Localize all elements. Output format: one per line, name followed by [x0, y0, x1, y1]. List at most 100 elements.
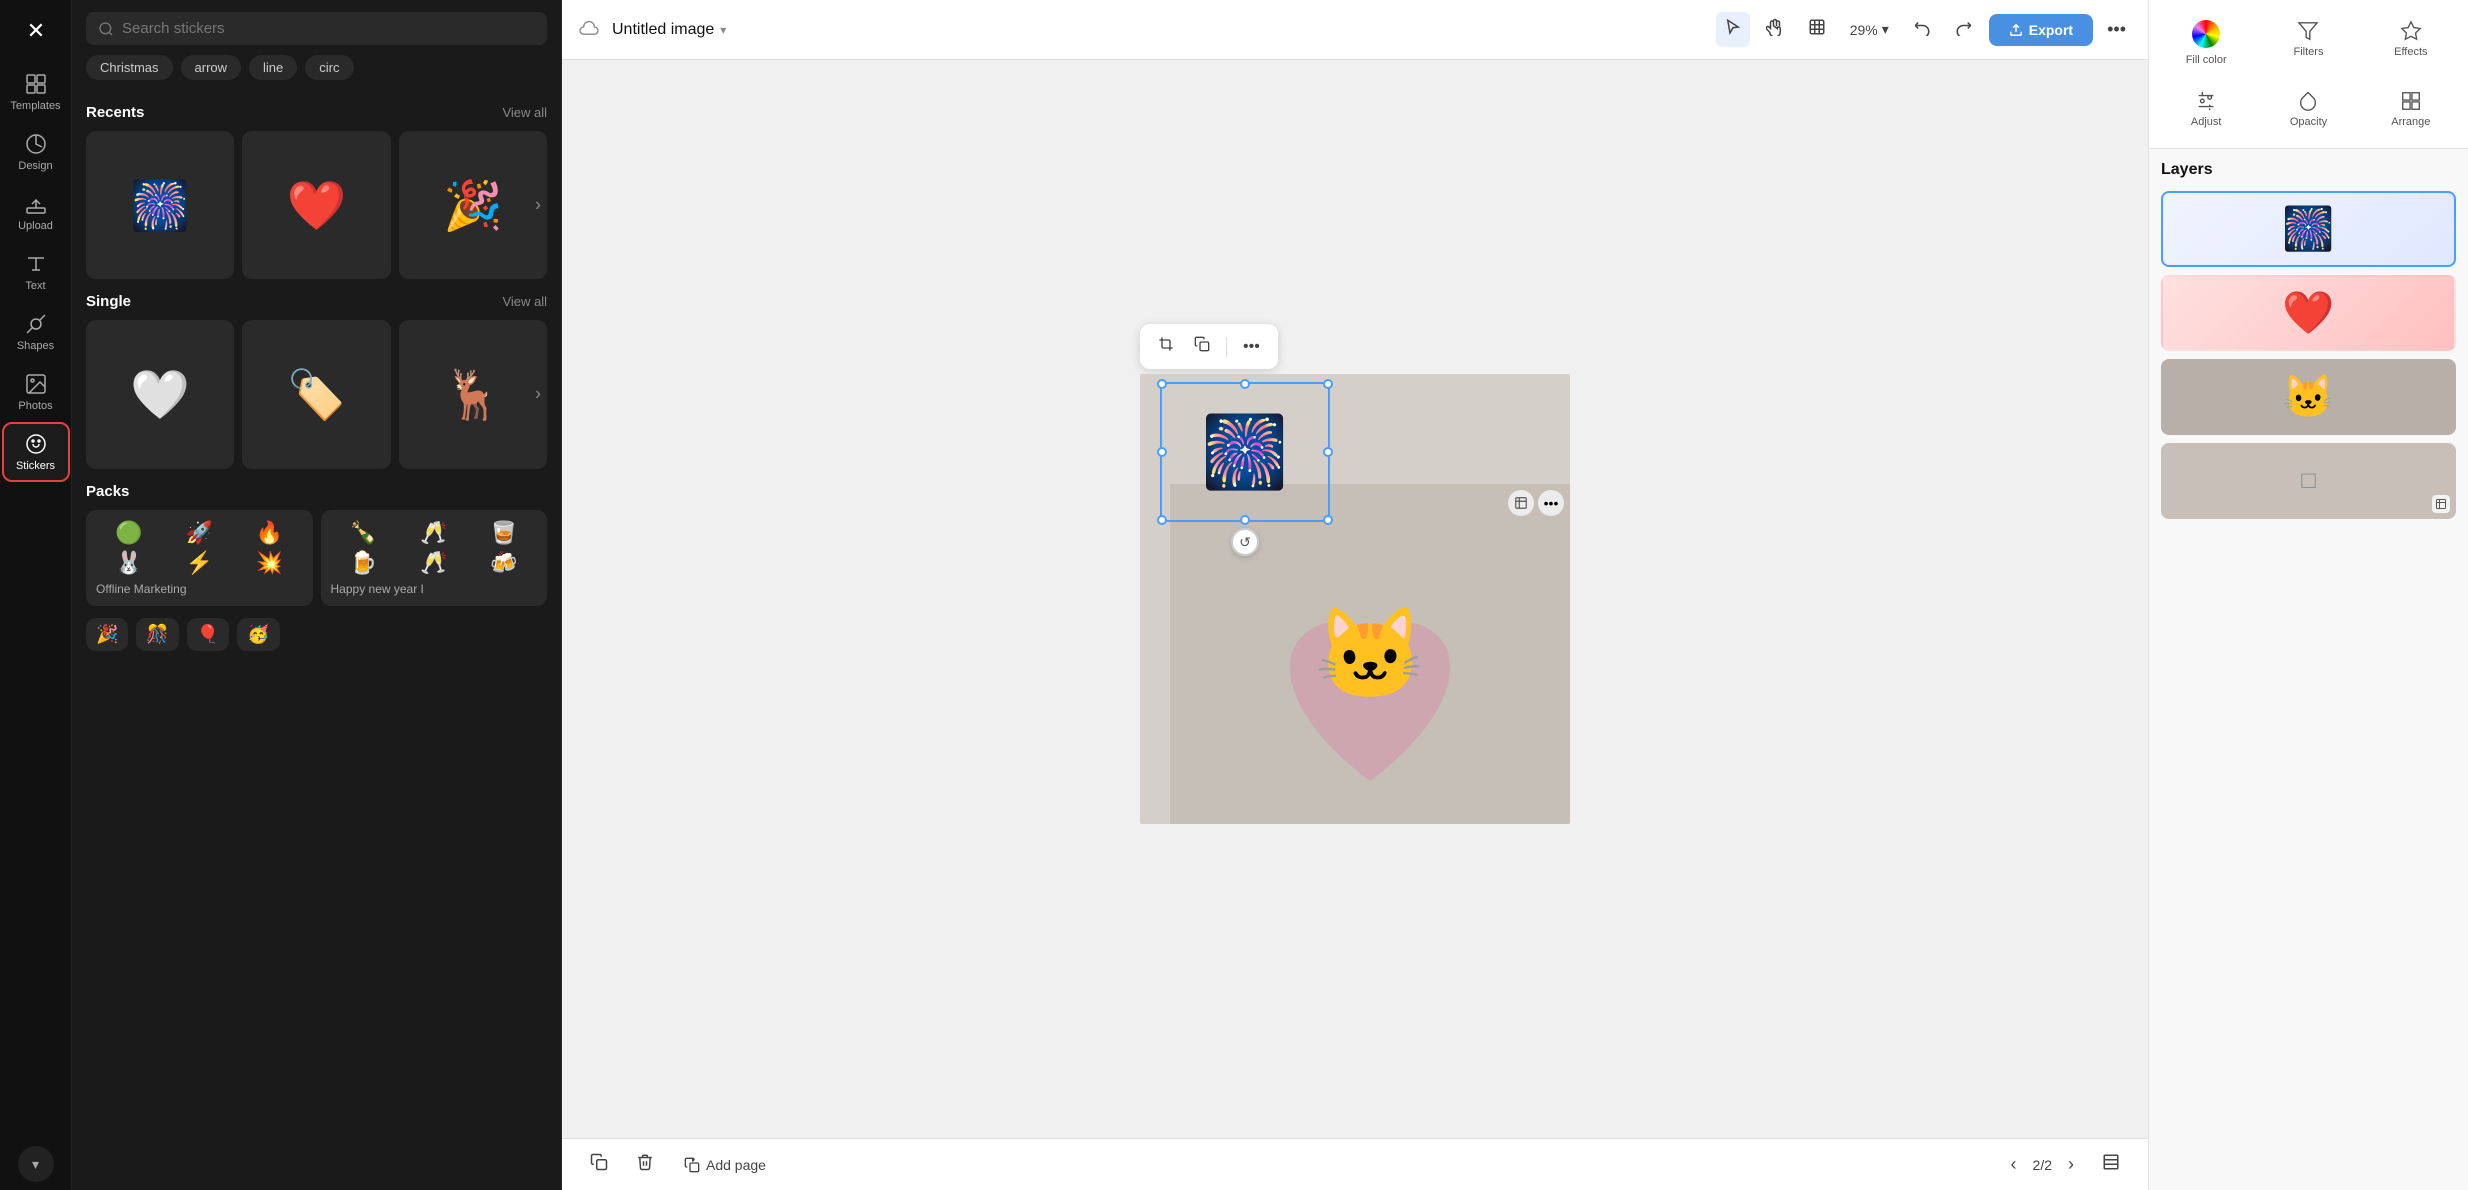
- add-page-button[interactable]: Add page: [674, 1151, 776, 1179]
- resize-tool-button[interactable]: [1800, 12, 1834, 47]
- tag-circ[interactable]: circ: [305, 55, 353, 80]
- main-area: Untitled image ▾ 29%: [562, 0, 2148, 1190]
- tag-christmas[interactable]: Christmas: [86, 55, 173, 80]
- redo-button[interactable]: [1947, 12, 1981, 47]
- handle-bottom-left[interactable]: [1157, 515, 1167, 525]
- right-panel-tools: Fill color Filters Effects: [2149, 0, 2468, 149]
- handle-middle-left[interactable]: [1157, 447, 1167, 457]
- sidebar-item-design[interactable]: Design: [4, 124, 68, 180]
- pack-icon: 🚀: [166, 520, 232, 546]
- adjust-tool[interactable]: Adjust: [2157, 82, 2255, 136]
- panel-content: Recents View all 🎆 ❤️ 🎉 Single View all …: [72, 90, 561, 1190]
- handle-top-left[interactable]: [1157, 379, 1167, 389]
- bottom-bar: Add page ‹ 2/2 ›: [562, 1138, 2148, 1190]
- layer-item-cat-photo[interactable]: 🐱: [2161, 359, 2456, 435]
- selected-sticker-firework[interactable]: 🎆 ↺: [1160, 382, 1330, 522]
- canvas-frame: ••• 🐱: [1140, 374, 1570, 824]
- single-grid: 🤍 🏷️ 🦌: [86, 320, 547, 468]
- bottom-sticker-1[interactable]: 🎉: [86, 618, 128, 651]
- handle-bottom-right[interactable]: [1323, 515, 1333, 525]
- pack-happy-new-year[interactable]: 🍾 🥂 🥃 🍺 🥂 🍻 Happy new year I: [321, 510, 548, 606]
- bottom-sticker-4[interactable]: 🥳: [237, 618, 279, 651]
- pack-icon: 🥂: [401, 520, 467, 546]
- prev-page-button[interactable]: ‹: [2003, 1150, 2025, 1179]
- effects-label: Effects: [2394, 46, 2427, 58]
- layer-heart-preview: ❤️: [2282, 289, 2334, 338]
- rotate-handle[interactable]: ↺: [1231, 528, 1259, 556]
- sidebar-item-photos[interactable]: Photos: [4, 364, 68, 420]
- icon-bar-bottom: ▾: [18, 1146, 54, 1182]
- sticker-heart[interactable]: ❤️: [242, 131, 390, 279]
- stickers-panel: Christmas arrow line circ Recents View a…: [72, 0, 562, 1190]
- handle-top-middle[interactable]: [1240, 379, 1250, 389]
- pack-icon: 🐰: [96, 550, 162, 576]
- svg-text:✕: ✕: [26, 18, 44, 43]
- arrange-label: Arrange: [2391, 116, 2430, 128]
- sidebar-item-stickers[interactable]: Stickers: [4, 424, 68, 480]
- layer-item-background[interactable]: □: [2161, 443, 2456, 519]
- image-content: 🐱: [1170, 484, 1570, 824]
- filters-tool[interactable]: Filters: [2259, 12, 2357, 74]
- layer-cat-preview: 🐱: [2282, 373, 2334, 422]
- canvas-more-button[interactable]: •••: [1235, 332, 1268, 362]
- document-title[interactable]: Untitled image ▾: [612, 21, 726, 39]
- app-logo[interactable]: ✕: [14, 8, 58, 52]
- single-title: Single: [86, 293, 131, 310]
- tools-row-1: Fill color Filters Effects: [2157, 12, 2460, 74]
- page-actions: [2094, 1147, 2128, 1182]
- search-bar: [72, 0, 561, 55]
- expand-sidebar-button[interactable]: ▾: [18, 1146, 54, 1182]
- sticker-reindeer[interactable]: 🦌: [399, 320, 547, 468]
- sticker-party-hat[interactable]: 🎉: [399, 131, 547, 279]
- layers-section: Layers 🎆 ❤️ 🐱 □: [2149, 149, 2468, 1190]
- pack-icon: 🍻: [471, 550, 537, 576]
- sidebar-item-templates[interactable]: Templates: [4, 64, 68, 120]
- handle-bottom-middle[interactable]: [1240, 515, 1250, 525]
- select-tool-button[interactable]: [1716, 12, 1750, 47]
- pack-icon: 🔥: [236, 520, 302, 546]
- handle-middle-right[interactable]: [1323, 447, 1333, 457]
- sticker-firework[interactable]: 🎆: [86, 131, 234, 279]
- sticker-heart-white[interactable]: 🤍: [86, 320, 234, 468]
- pack-offline-marketing[interactable]: 🟢 🚀 🔥 🐰 ⚡ 💥 Offline Marketing: [86, 510, 313, 606]
- handle-top-right[interactable]: [1323, 379, 1333, 389]
- sidebar-item-upload[interactable]: Upload: [4, 184, 68, 240]
- export-button[interactable]: Export: [1989, 14, 2093, 46]
- duplicate-page-button[interactable]: [582, 1147, 616, 1182]
- layer-item-firework[interactable]: 🎆: [2161, 191, 2456, 267]
- pack-icons: 🍾 🥂 🥃 🍺 🥂 🍻: [331, 520, 538, 576]
- top-bar: Untitled image ▾ 29%: [562, 0, 2148, 60]
- pack-name: Happy new year I: [331, 582, 538, 596]
- single-view-all[interactable]: View all: [502, 294, 547, 309]
- pack-icon: 🍺: [331, 550, 397, 576]
- fill-color-tool[interactable]: Fill color: [2157, 12, 2255, 74]
- next-page-button[interactable]: ›: [2060, 1150, 2082, 1179]
- bottom-sticker-3[interactable]: 🎈: [187, 618, 229, 651]
- sidebar-item-shapes[interactable]: Shapes: [4, 304, 68, 360]
- effects-tool[interactable]: Effects: [2362, 12, 2460, 74]
- opacity-tool[interactable]: Opacity: [2259, 82, 2357, 136]
- search-input[interactable]: [122, 20, 535, 37]
- pan-tool-button[interactable]: [1758, 12, 1792, 47]
- search-input-wrap[interactable]: [86, 12, 547, 45]
- recents-view-all[interactable]: View all: [502, 105, 547, 120]
- bottom-sticker-2[interactable]: 🎊: [136, 618, 178, 651]
- page-navigation: ‹ 2/2 ›: [2003, 1150, 2082, 1179]
- zoom-control[interactable]: 29% ▾: [1842, 17, 1897, 42]
- arrange-tool[interactable]: Arrange: [2362, 82, 2460, 136]
- sidebar-item-text[interactable]: Text: [4, 244, 68, 300]
- tag-arrow[interactable]: arrow: [181, 55, 242, 80]
- delete-page-button[interactable]: [628, 1147, 662, 1182]
- sticker-sale[interactable]: 🏷️: [242, 320, 390, 468]
- cat-image: 🐱: [1314, 602, 1426, 707]
- layers-button[interactable]: [2094, 1147, 2128, 1182]
- image-more-button[interactable]: •••: [1538, 490, 1564, 516]
- tag-line[interactable]: line: [249, 55, 297, 80]
- add-page-label: Add page: [706, 1157, 766, 1173]
- layer-item-heart[interactable]: ❤️: [2161, 275, 2456, 351]
- more-options-button[interactable]: •••: [2101, 13, 2132, 46]
- duplicate-button[interactable]: [1186, 330, 1218, 363]
- crop-button[interactable]: [1150, 330, 1182, 363]
- image-options-icon[interactable]: [1508, 490, 1534, 516]
- undo-button[interactable]: [1905, 12, 1939, 47]
